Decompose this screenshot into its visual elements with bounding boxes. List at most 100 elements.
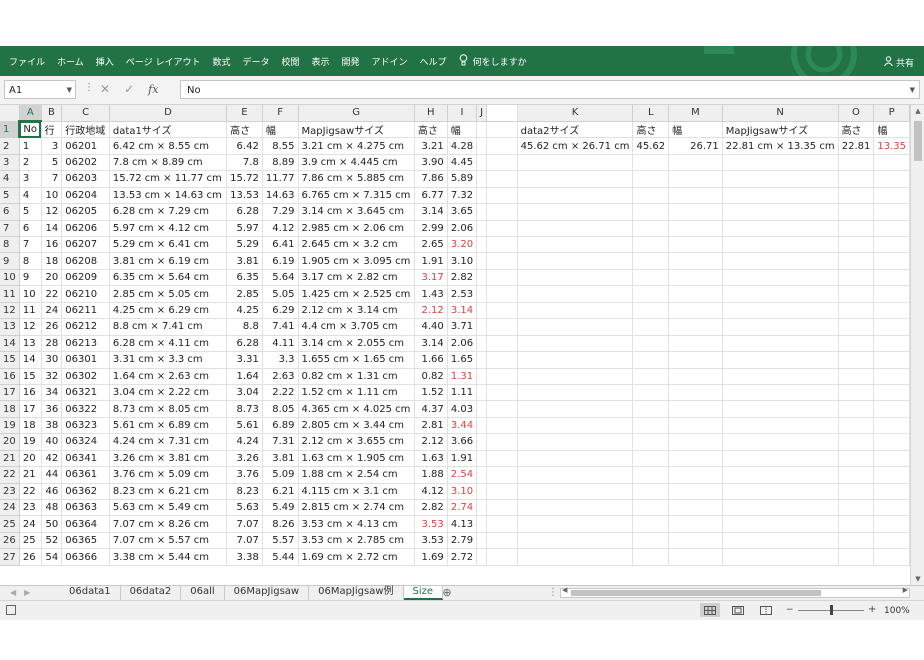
ribbon-tab-3[interactable]: ページ レイアウト — [120, 55, 207, 68]
cell[interactable]: 3.04 cm × 2.22 cm — [109, 384, 228, 402]
cell[interactable]: 14 — [19, 351, 42, 369]
cell[interactable]: 06341 — [61, 450, 110, 468]
cell[interactable]: 20 — [41, 269, 63, 287]
cell[interactable] — [873, 187, 910, 205]
cell[interactable] — [632, 220, 670, 238]
row-header[interactable]: 27 — [0, 548, 20, 566]
cell[interactable]: 7.07 — [226, 515, 263, 533]
cell[interactable]: 26 — [19, 548, 42, 566]
cell[interactable]: 3.53 — [414, 532, 448, 550]
scroll-right-icon[interactable]: ▶ — [903, 586, 908, 594]
cell[interactable]: 5.97 — [226, 220, 263, 238]
cell[interactable]: 3.26 — [226, 450, 263, 468]
vertical-scroll-thumb[interactable] — [914, 121, 922, 161]
cell[interactable] — [838, 548, 875, 566]
cell[interactable]: 38 — [41, 417, 63, 435]
cell[interactable]: 5.63 cm × 5.49 cm — [109, 499, 228, 517]
cell[interactable] — [668, 499, 723, 517]
cell[interactable]: 15 — [19, 368, 42, 385]
scroll-up-icon[interactable]: ▲ — [911, 105, 924, 117]
cell[interactable]: 06324 — [61, 433, 110, 451]
cell[interactable] — [838, 236, 875, 254]
cell[interactable] — [838, 515, 875, 533]
cell[interactable]: 06366 — [61, 548, 110, 566]
cell[interactable] — [838, 483, 875, 501]
cell[interactable] — [632, 302, 670, 320]
cell[interactable] — [476, 450, 488, 468]
cell[interactable]: 7.86 — [414, 170, 448, 188]
cell[interactable]: 5.63 — [226, 499, 263, 517]
cell[interactable] — [873, 335, 910, 353]
cell[interactable] — [476, 351, 488, 369]
column-header[interactable]: K — [517, 105, 634, 122]
cell[interactable] — [668, 483, 723, 501]
cell[interactable]: MapJigsawサイズ — [298, 121, 415, 139]
row-header[interactable]: 12 — [0, 302, 20, 320]
cell[interactable] — [722, 499, 839, 517]
cell[interactable] — [476, 532, 488, 550]
cell[interactable] — [476, 318, 488, 336]
cell[interactable] — [476, 203, 488, 221]
cell[interactable]: data1サイズ — [109, 121, 228, 139]
column-header[interactable]: J — [476, 105, 488, 122]
cell[interactable]: 4.25 cm × 6.29 cm — [109, 302, 228, 320]
column-header[interactable]: I — [447, 105, 478, 122]
cell[interactable]: 40 — [41, 433, 63, 451]
cell[interactable] — [632, 187, 670, 205]
ribbon-tab-5[interactable]: データ — [236, 55, 275, 68]
cell[interactable]: 4.11 — [262, 335, 299, 353]
horizontal-scroll-thumb[interactable] — [571, 590, 821, 596]
cell[interactable]: 06202 — [61, 154, 110, 172]
cell[interactable]: 5.29 — [226, 236, 263, 254]
cell[interactable]: 3.14 — [414, 203, 448, 221]
ribbon-tab-0[interactable]: ファイル — [3, 55, 51, 68]
cell[interactable]: 9 — [19, 269, 42, 287]
cell[interactable] — [632, 515, 670, 533]
cell[interactable]: 3.76 cm × 5.09 cm — [109, 466, 228, 484]
cell[interactable]: 3.20 — [447, 236, 478, 254]
cell[interactable] — [668, 252, 723, 270]
cell[interactable]: 24 — [41, 302, 63, 320]
cell[interactable]: 5.97 cm × 4.12 cm — [109, 220, 228, 238]
cell[interactable]: 幅 — [873, 121, 910, 139]
cell[interactable]: 1.64 cm × 2.63 cm — [109, 368, 228, 385]
cell[interactable]: 16 — [41, 236, 63, 254]
cell[interactable] — [722, 466, 839, 484]
cell[interactable]: 幅 — [668, 121, 723, 139]
cell[interactable]: 2.85 — [226, 285, 263, 303]
cell[interactable]: 6.28 — [226, 335, 263, 353]
zoom-slider-knob[interactable] — [830, 605, 833, 615]
cell[interactable]: 8.8 — [226, 318, 263, 336]
cell[interactable] — [476, 466, 488, 484]
cell[interactable] — [517, 499, 634, 517]
cell[interactable] — [476, 220, 488, 238]
sheet-nav-arrows-icon[interactable]: ◀▶ — [10, 586, 38, 600]
row-header[interactable]: 6 — [0, 203, 20, 221]
row-header[interactable]: 7 — [0, 220, 20, 238]
cell[interactable]: 36 — [41, 400, 63, 418]
cell[interactable]: 1.63 cm × 1.905 cm — [298, 450, 415, 468]
cell[interactable]: 52 — [41, 532, 63, 550]
cell[interactable] — [476, 548, 488, 566]
ribbon-tab-9[interactable]: アドイン — [366, 55, 414, 68]
cell[interactable] — [722, 384, 839, 402]
column-header[interactable]: H — [414, 105, 448, 122]
cell[interactable] — [632, 252, 670, 270]
cell[interactable]: 8.26 — [262, 515, 299, 533]
formula-input[interactable]: No ▼ — [180, 80, 920, 99]
cell[interactable]: 1.64 — [226, 368, 263, 385]
cell[interactable] — [722, 351, 839, 369]
column-header[interactable]: F — [262, 105, 299, 122]
column-header[interactable]: L — [632, 105, 670, 122]
cell[interactable] — [517, 335, 634, 353]
cell[interactable] — [668, 203, 723, 221]
cell[interactable] — [722, 269, 839, 287]
cell[interactable]: 1.11 — [447, 384, 478, 402]
cell[interactable] — [873, 220, 910, 238]
cell[interactable]: 3.81 — [226, 252, 263, 270]
cell[interactable]: 22 — [41, 285, 63, 303]
cell[interactable]: 高さ — [838, 121, 875, 139]
cell[interactable] — [838, 318, 875, 336]
cell[interactable] — [517, 548, 634, 566]
cell[interactable] — [632, 417, 670, 435]
